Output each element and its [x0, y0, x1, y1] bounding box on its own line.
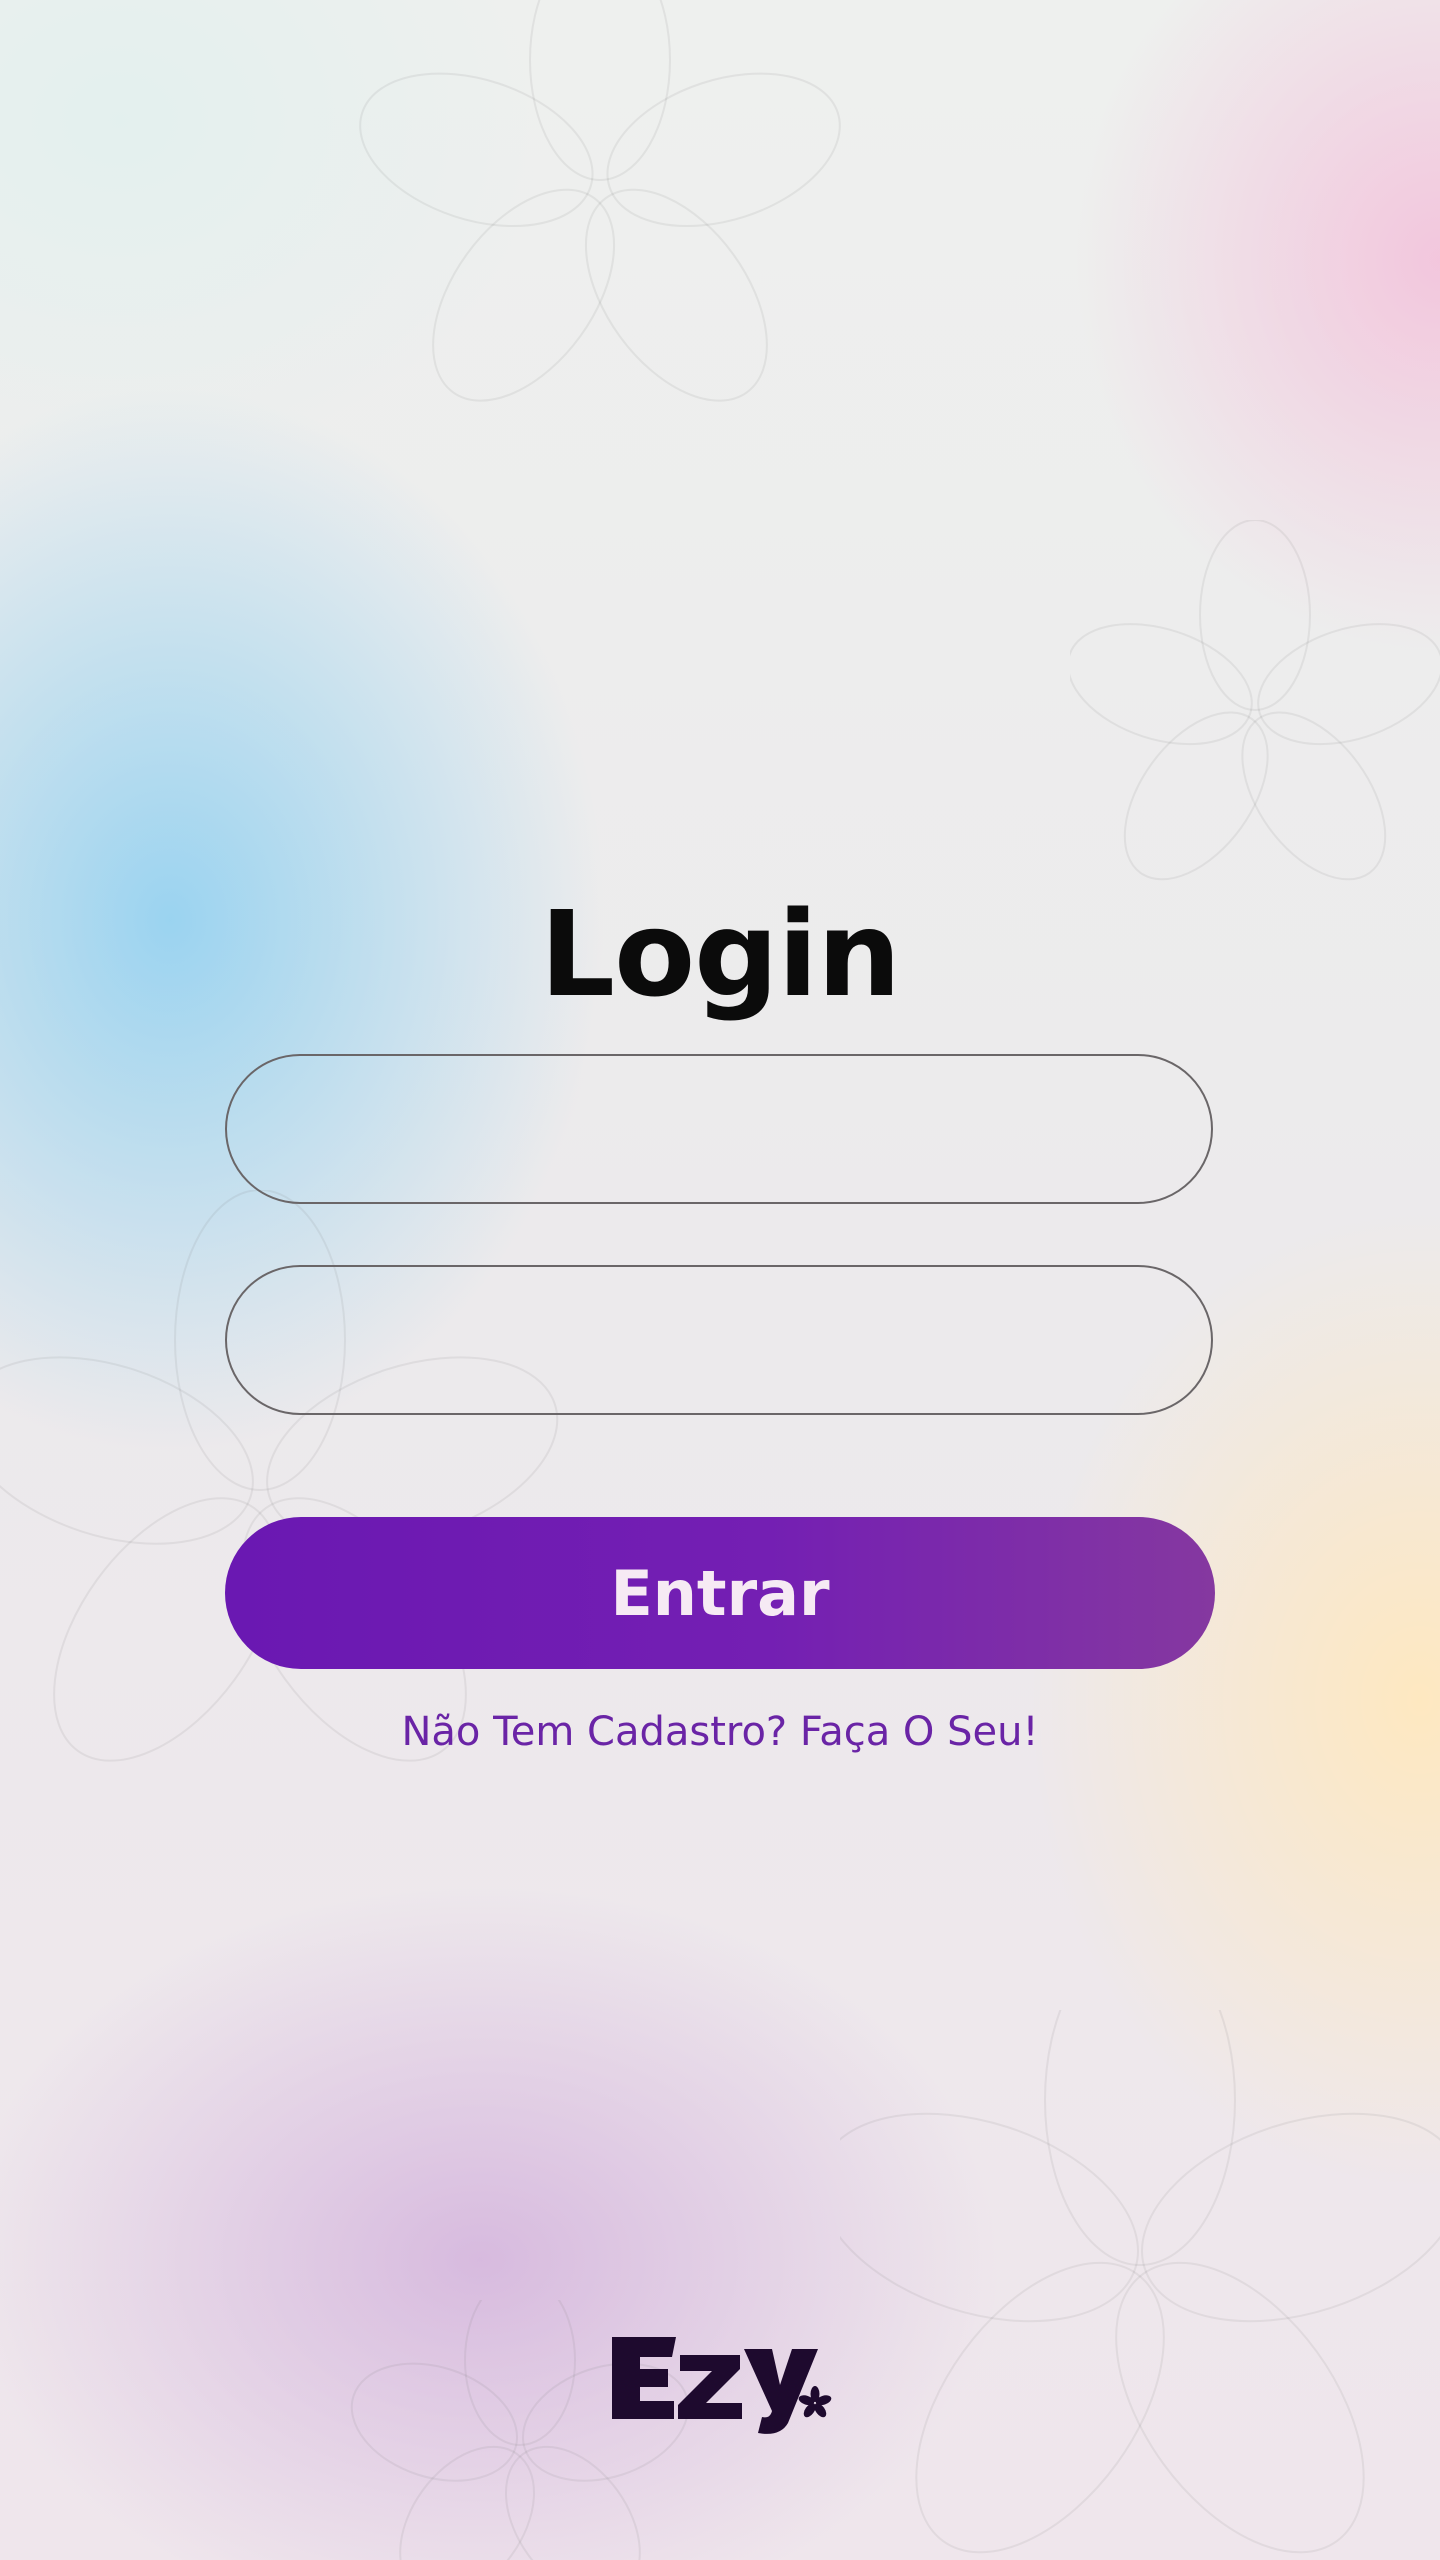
ezy-logo — [608, 2325, 832, 2435]
login-button[interactable]: Entrar — [225, 1517, 1215, 1669]
username-input[interactable] — [225, 1054, 1213, 1204]
login-screen: Login Entrar Não Tem Cadastro? Faça O Se… — [0, 0, 1440, 2560]
password-input[interactable] — [225, 1265, 1213, 1415]
signup-link[interactable]: Não Tem Cadastro? Faça O Seu! — [0, 1700, 1440, 1764]
page-title: Login — [539, 885, 901, 1024]
ezy-logo-image — [612, 2337, 832, 2434]
